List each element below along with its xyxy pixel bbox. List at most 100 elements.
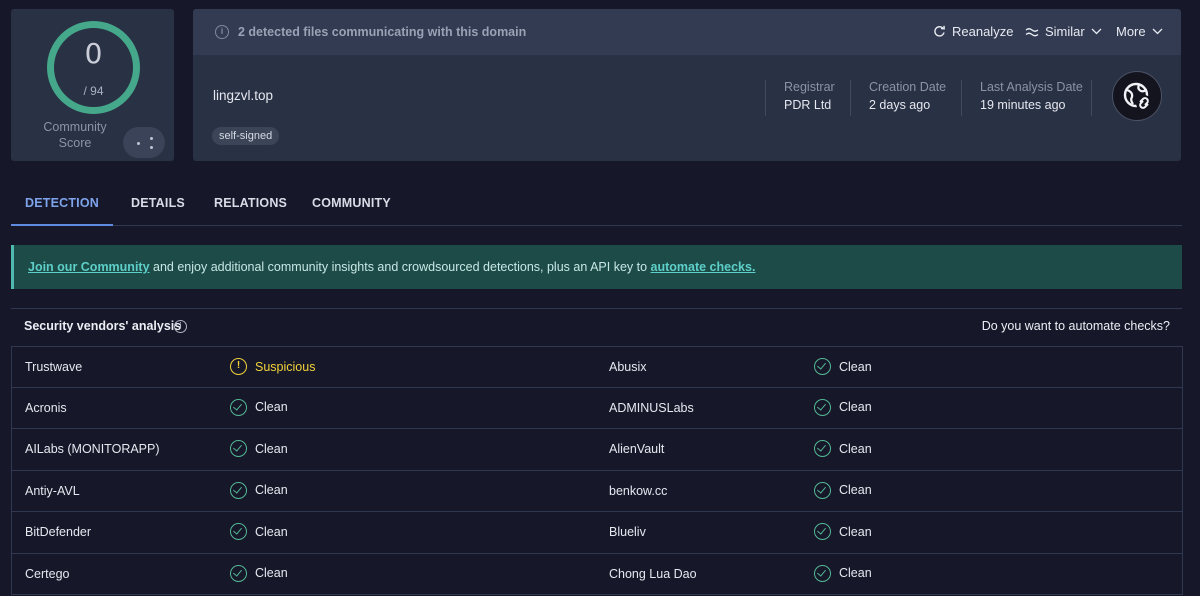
vendor-result: Clean [814, 523, 872, 540]
info-icon[interactable]: i [174, 320, 187, 333]
detected-files-notice[interactable]: 2 detected files communicating with this… [238, 25, 526, 39]
vendor-name: Trustwave [25, 360, 83, 374]
vendor-result: Clean [230, 564, 288, 582]
vendor-name: Blueliv [609, 525, 646, 539]
vendor-name: Acronis [25, 400, 67, 415]
vendor-name: AILabs (MONITORAPP) [25, 442, 160, 456]
detection-total: / 94 [83, 84, 104, 98]
vote-dot-icon [150, 146, 153, 149]
vote-dot-icon [137, 142, 140, 145]
vendor-result-label: Clean [255, 566, 288, 580]
vendor-result: Clean [230, 398, 288, 416]
info-icon: i [215, 25, 229, 39]
table-row: Certego Clean Chong Lua Dao Clean [11, 553, 1183, 595]
check-circle-icon [230, 564, 247, 582]
vendors-title: Security vendors' analysis [24, 319, 182, 333]
reanalyze-button[interactable]: Reanalyze [933, 24, 1013, 39]
vendor-result: Clean [814, 398, 872, 416]
creation-date-field: Creation Date 2 days ago [850, 80, 946, 116]
tab-bar: DETECTION DETAILS RELATIONS COMMUNITY [11, 185, 1182, 226]
table-row: BitDefender Clean Blueliv Clean [11, 512, 1183, 554]
vendor-result-label: Clean [839, 566, 872, 580]
registrar-field: Registrar PDR Ltd [765, 80, 835, 116]
vendor-result-label: Clean [255, 483, 288, 497]
info-top-bar: i 2 detected files communicating with th… [193, 9, 1181, 55]
vendor-name: AlienVault [609, 442, 665, 456]
tab-community[interactable]: COMMUNITY [312, 185, 391, 226]
vendor-result-label: Clean [839, 359, 872, 374]
vendor-name: Certego [25, 566, 70, 581]
domain-globe-icon [1112, 71, 1162, 121]
creation-date-value: 2 days ago [869, 98, 931, 112]
check-circle-icon [230, 523, 247, 540]
vote-dot-icon [150, 137, 153, 140]
vendor-result: Clean [814, 440, 872, 457]
similar-icon [1025, 27, 1039, 36]
globe-link-icon [1123, 82, 1152, 111]
vendor-name: ADMINUSLabs [609, 400, 694, 415]
check-circle-icon [814, 398, 831, 416]
chevron-down-icon [1152, 28, 1163, 35]
tab-relations[interactable]: RELATIONS [214, 185, 287, 226]
vendor-result: Clean [230, 481, 288, 499]
vendor-name: Abusix [609, 360, 647, 374]
last-analysis-field: Last Analysis Date 19 minutes ago [961, 80, 1083, 116]
automate-checks-link[interactable]: automate checks. [651, 260, 756, 274]
vendor-name: benkow.cc [609, 483, 668, 498]
last-analysis-label: Last Analysis Date [980, 80, 1083, 94]
similar-dropdown[interactable]: Similar [1025, 24, 1102, 39]
banner-text: Join our Community and enjoy additional … [28, 260, 755, 274]
check-circle-icon [230, 398, 247, 416]
community-vote-button[interactable] [123, 127, 165, 158]
vendor-name: Antiy-AVL [25, 483, 80, 498]
vendor-result-label: Clean [839, 441, 872, 456]
vendors-table: Trustwave ! Suspicious Abusix Clean Acronis Cl… [11, 346, 1183, 595]
tab-detection[interactable]: DETECTION [11, 185, 113, 226]
check-circle-icon [230, 481, 247, 499]
tag-self-signed[interactable]: self-signed [212, 127, 280, 145]
table-row: Antiy-AVL Clean benkow.cc Clean [11, 470, 1183, 512]
tab-details[interactable]: DETAILS [131, 185, 185, 226]
reanalyze-icon [934, 25, 945, 37]
registrar-value: PDR Ltd [784, 98, 832, 112]
community-score-label: Community Score [43, 120, 107, 150]
divider [1091, 80, 1092, 116]
domain-name: lingzvl.top [213, 88, 274, 103]
vendor-result-label: Clean [255, 524, 288, 539]
vendor-result-label: Clean [839, 524, 872, 539]
chevron-down-icon [1091, 28, 1102, 35]
similar-label: Similar [1045, 24, 1085, 39]
check-circle-icon [814, 564, 831, 582]
automate-checks-link[interactable]: Do you want to automate checks? [982, 319, 1170, 333]
registrar-label: Registrar [784, 80, 835, 94]
vendor-name: Chong Lua Dao [609, 566, 697, 581]
vendor-result: Clean [814, 564, 872, 582]
join-community-link[interactable]: Join our Community [28, 260, 150, 274]
domain-info-card: i 2 detected files communicating with th… [193, 9, 1181, 161]
vendor-result: Clean [230, 440, 288, 457]
vendor-result: ! Suspicious [230, 358, 315, 375]
vendor-result: Clean [230, 523, 288, 540]
vendor-result-label: Suspicious [255, 359, 316, 374]
check-circle-icon [230, 440, 247, 457]
check-circle-icon [814, 523, 831, 540]
vendor-result-label: Clean [839, 400, 872, 414]
detection-score: 0 [84, 37, 103, 70]
vendor-result-label: Clean [255, 400, 288, 414]
vendor-result: Clean [814, 481, 872, 499]
vendor-name: BitDefender [25, 525, 92, 539]
community-score-card: 0 / 94 Community Score [11, 9, 174, 161]
check-circle-icon [814, 481, 831, 499]
creation-date-label: Creation Date [869, 80, 947, 94]
more-dropdown[interactable]: More [1116, 24, 1163, 39]
table-row: AILabs (MONITORAPP) Clean AlienVault Clean [11, 429, 1183, 471]
check-circle-icon [814, 358, 831, 375]
vendor-result-label: Clean [839, 483, 872, 497]
vendor-result-label: Clean [255, 441, 288, 456]
reanalyze-label: Reanalyze [952, 24, 1014, 39]
table-row: Trustwave ! Suspicious Abusix Clean [11, 346, 1183, 388]
more-label: More [1116, 24, 1146, 39]
banner-middle-text: and enjoy additional community insights … [149, 260, 651, 274]
last-analysis-value: 19 minutes ago [980, 98, 1066, 112]
table-row: Acronis Clean ADMINUSLabs Clean [11, 387, 1183, 429]
